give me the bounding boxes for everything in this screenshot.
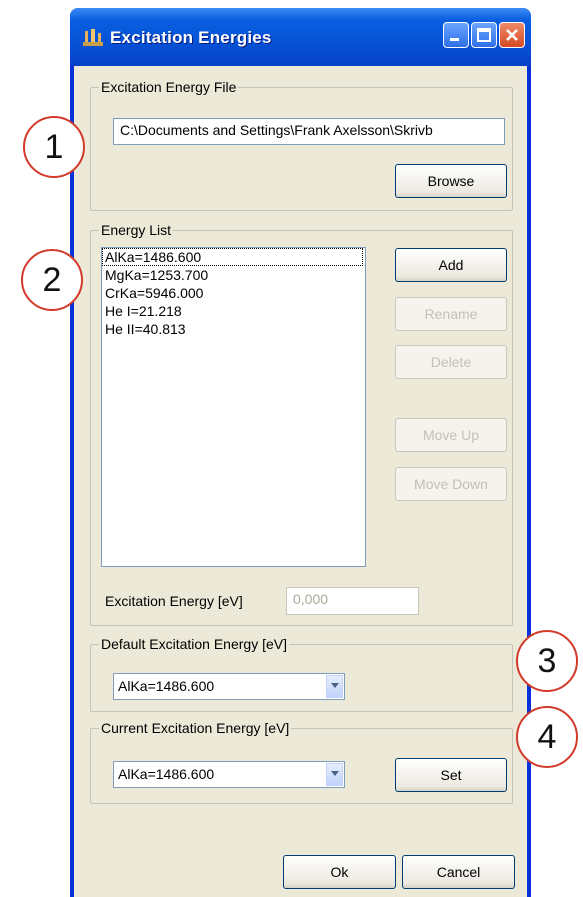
app-icon — [82, 28, 104, 48]
file-group-label: Excitation Energy File — [99, 79, 239, 95]
list-item[interactable]: He II=40.813 — [102, 320, 365, 338]
chevron-down-icon[interactable] — [326, 675, 343, 698]
default-energy-group-label: Default Excitation Energy [eV] — [99, 636, 289, 652]
dialog-window: Excitation Energies Excitation Energy Fi… — [70, 8, 531, 897]
file-path-field[interactable]: C:\Documents and Settings\Frank Axelsson… — [113, 118, 505, 145]
default-energy-combo[interactable]: AlKa=1486.600 — [113, 673, 345, 700]
minimize-icon — [450, 38, 459, 41]
callout-4: 4 — [516, 706, 578, 768]
window-title: Excitation Energies — [110, 28, 272, 47]
maximize-icon — [477, 28, 491, 42]
move-up-button[interactable]: Move Up — [395, 418, 507, 452]
current-energy-group-label: Current Excitation Energy [eV] — [99, 720, 292, 736]
excitation-energy-label: Excitation Energy [eV] — [105, 593, 243, 609]
callout-3: 3 — [516, 630, 578, 692]
default-energy-value: AlKa=1486.600 — [118, 678, 215, 694]
callout-1: 1 — [23, 116, 85, 178]
current-energy-group: Current Excitation Energy [eV] AlKa=1486… — [90, 720, 513, 804]
current-energy-combo[interactable]: AlKa=1486.600 — [113, 761, 345, 788]
default-energy-group: Default Excitation Energy [eV] AlKa=1486… — [90, 636, 513, 712]
cancel-button[interactable]: Cancel — [402, 855, 515, 889]
maximize-button[interactable] — [471, 22, 497, 48]
move-down-button[interactable]: Move Down — [395, 467, 507, 501]
title-bar[interactable]: Excitation Energies — [70, 8, 531, 66]
close-button[interactable] — [499, 22, 525, 48]
energy-list-group-label: Energy List — [99, 222, 174, 238]
list-item[interactable]: AlKa=1486.600 — [102, 248, 363, 266]
energy-listbox[interactable]: AlKa=1486.600 MgKa=1253.700 CrKa=5946.00… — [101, 247, 366, 567]
excitation-energy-field[interactable]: 0,000 — [286, 587, 419, 615]
browse-button[interactable]: Browse — [395, 164, 507, 198]
delete-button[interactable]: Delete — [395, 345, 507, 379]
rename-button[interactable]: Rename — [395, 297, 507, 331]
list-item[interactable]: He I=21.218 — [102, 302, 365, 320]
chevron-down-icon[interactable] — [326, 763, 343, 786]
dialog-body: Excitation Energy File C:\Documents and … — [74, 66, 527, 897]
minimize-button[interactable] — [443, 22, 469, 48]
set-button[interactable]: Set — [395, 758, 507, 792]
ok-button[interactable]: Ok — [283, 855, 396, 889]
callout-2: 2 — [21, 249, 83, 311]
file-group: Excitation Energy File C:\Documents and … — [90, 79, 513, 211]
current-energy-value: AlKa=1486.600 — [118, 766, 215, 782]
add-button[interactable]: Add — [395, 248, 507, 282]
close-icon — [506, 29, 518, 41]
energy-list-group: Energy List AlKa=1486.600 MgKa=1253.700 … — [90, 222, 513, 626]
list-item[interactable]: CrKa=5946.000 — [102, 284, 365, 302]
list-item[interactable]: MgKa=1253.700 — [102, 266, 365, 284]
